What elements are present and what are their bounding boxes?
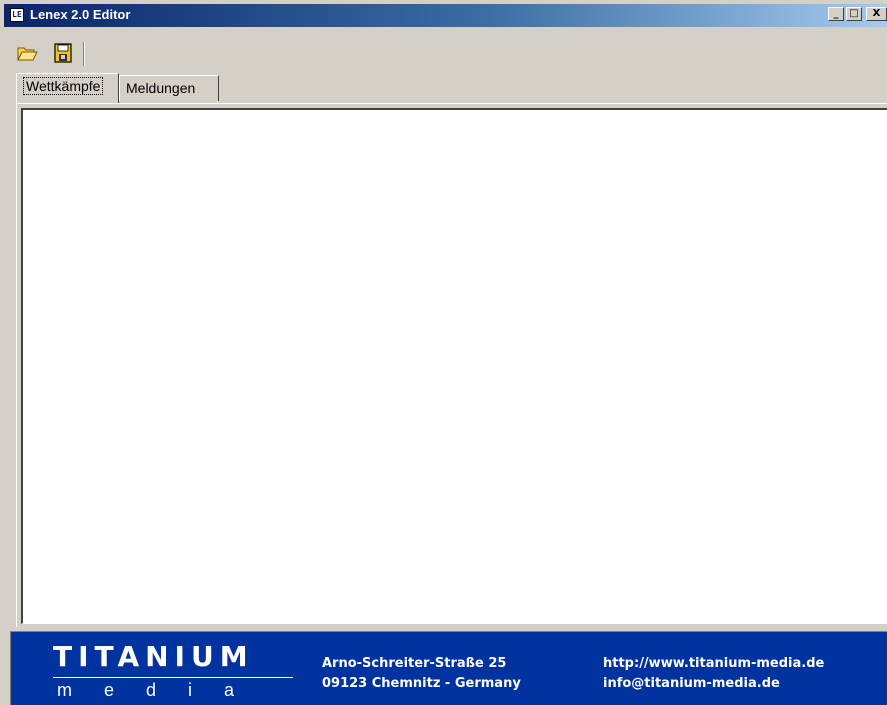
tab-panel (16, 103, 887, 627)
tab-meldungen[interactable]: Meldungen (119, 75, 219, 101)
address-street: Arno-Schreiter-Straße 25 (322, 656, 507, 671)
floppy-disk-icon (54, 43, 72, 63)
tab-label: Wettkämpfe (23, 77, 104, 95)
save-button[interactable] (52, 42, 74, 64)
toolbar-separator (83, 42, 85, 66)
address-city: 09123 Chemnitz - Germany (322, 676, 521, 691)
tab-label: Meldungen (126, 80, 196, 96)
title-bar[interactable]: LE Lenex 2.0 Editor _ □ X (0, 0, 887, 27)
email-link[interactable]: info@titanium-media.de (603, 674, 780, 694)
logo-divider (53, 677, 293, 678)
logo-text-media: media (57, 680, 267, 700)
tab-wettkaempfe[interactable]: Wettkämpfe (16, 73, 119, 103)
app-window: LE Lenex 2.0 Editor _ □ X Wettkämpfe Mel… (0, 0, 887, 705)
toolbar (0, 38, 887, 68)
logo-text-titanium: TITANIUM (53, 640, 254, 673)
window-title: Lenex 2.0 Editor (30, 7, 131, 22)
close-button[interactable]: X (866, 7, 887, 21)
open-button[interactable] (16, 42, 38, 64)
folder-open-icon (17, 47, 38, 61)
maximize-button[interactable]: □ (846, 7, 862, 21)
company-banner: TITANIUM media Arno-Schreiter-Straße 25 … (10, 631, 887, 705)
minimize-button[interactable]: _ (828, 7, 844, 21)
website-link[interactable]: http://www.titanium-media.de (603, 654, 824, 674)
content-area[interactable] (21, 108, 887, 624)
app-icon[interactable]: LE (10, 8, 24, 22)
footer: TITANIUM media Arno-Schreiter-Straße 25 … (0, 629, 887, 705)
